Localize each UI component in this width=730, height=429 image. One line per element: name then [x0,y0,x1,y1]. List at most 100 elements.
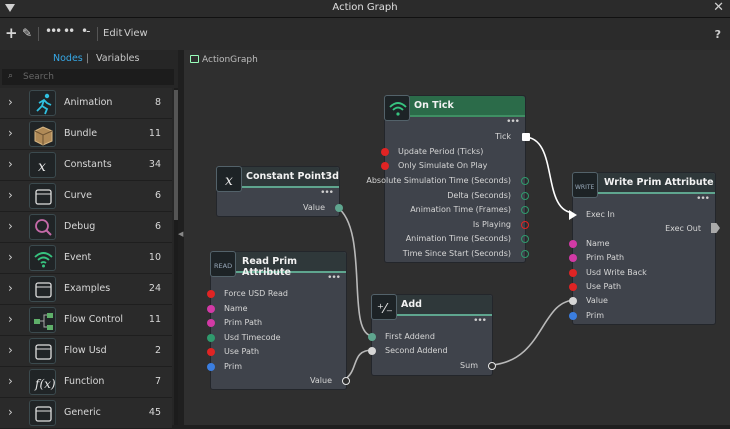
port-tick-pin[interactable] [522,133,530,141]
category-flow-control[interactable]: › Flow Control 11 [0,305,172,336]
document-icon [29,338,56,364]
node-constant-point3d[interactable]: Constant Point3d x ••• Value [216,166,343,217]
category-label: Event [64,252,92,263]
expand-arrow-icon[interactable]: › [8,343,13,357]
write-badge-icon: WRITE [572,172,598,198]
read-badge-icon: READ [210,251,236,277]
expand-arrow-icon[interactable]: › [8,126,13,140]
add-icon[interactable]: + [5,24,18,42]
node-write-prim-attribute[interactable]: Write Prim Attribute WRITE ••• Exec In E… [569,172,720,325]
port-sum-pin[interactable] [488,362,496,370]
category-label: Curve [64,190,93,201]
category-flow-usd[interactable]: › Flow Usd 2 [0,336,172,367]
category-function[interactable]: › f(x) Function 7 [0,367,172,398]
port-use-path-pin[interactable] [569,283,577,291]
help-icon[interactable]: ? [715,28,721,41]
port-use-path-pin[interactable] [207,348,215,356]
port-usd-write-back-pin[interactable] [569,269,577,277]
category-label: Examples [64,283,111,294]
category-curve[interactable]: › Curve 6 [0,181,172,212]
category-count: 45 [148,407,161,418]
expand-arrow-icon[interactable]: › [8,157,13,171]
node-menu-icon[interactable]: ••• [327,273,341,283]
port-prim-pin[interactable] [569,312,577,320]
port-is-playing-pin[interactable] [521,221,529,229]
expand-arrow-icon[interactable]: › [8,281,13,295]
port-prim-pin[interactable] [207,363,215,371]
pencil-icon[interactable]: ✎ [22,26,32,40]
port-only-simulate-pin[interactable] [381,162,389,170]
port-update-period-pin[interactable] [381,148,389,156]
port-delta-pin[interactable] [521,192,529,200]
port-update-period-label: Update Period (Ticks) [398,147,484,156]
category-bundle[interactable]: › Bundle 11 [0,119,172,150]
layout-compact-icon[interactable]: •• [63,24,75,38]
node-menu-icon[interactable]: ••• [696,194,710,204]
port-name-pin[interactable] [207,305,215,313]
node-menu-icon[interactable]: ••• [473,316,487,326]
port-time-since-start-pin[interactable] [521,250,529,258]
box-icon [29,121,56,147]
category-generic[interactable]: › Generic 45 [0,398,172,429]
tab-variables[interactable]: Variables [96,53,139,64]
expand-arrow-icon[interactable]: › [8,405,13,419]
expand-arrow-icon[interactable]: › [8,250,13,264]
category-constants[interactable]: › x Constants 34 [0,150,172,181]
port-value-pin[interactable] [335,204,343,212]
node-read-prim-attribute[interactable]: Read Prim Attribute READ ••• Force USD R… [207,251,350,390]
port-prim-path-pin[interactable] [569,254,577,262]
port-anim-seconds-pin[interactable] [521,235,529,243]
port-use-path-label: Use Path [224,347,260,356]
library-tabs: Nodes | Variables [0,50,184,68]
tab-nodes[interactable]: Nodes [53,53,83,64]
port-name-pin[interactable] [569,240,577,248]
breadcrumb[interactable]: ActionGraph [190,55,258,65]
port-usd-timecode-label: Usd Timecode [224,333,281,342]
port-is-playing-label: Is Playing [472,220,511,229]
node-on-tick[interactable]: On Tick ••• Tick Update Period (Ticks) O… [366,95,530,263]
port-force-usd-read-pin[interactable] [207,290,215,298]
category-label: Flow Usd [64,345,107,356]
port-second-addend-pin[interactable] [368,347,376,355]
port-prim-label: Prim [224,362,242,371]
category-count: 6 [154,190,161,201]
wifi-icon [29,245,56,271]
view-menu[interactable]: View [124,28,148,39]
title-bar: Action Graph ✕ [0,0,730,18]
layout-vertical-icon[interactable]: •- [81,24,91,38]
category-event[interactable]: › Event 10 [0,243,172,274]
port-value-pin[interactable] [569,297,577,305]
expand-arrow-icon[interactable]: › [8,374,13,388]
x-variable-icon: x [29,152,56,178]
edit-menu[interactable]: Edit [103,28,122,39]
port-delta-label: Delta (Seconds) [447,191,511,200]
port-first-addend-pin[interactable] [368,333,376,341]
collapse-arrow-icon[interactable]: ◀ [178,230,183,238]
node-library-panel: Nodes | Variables ⌕ Search › Animation 8… [0,50,184,429]
toolbar: + ✎ ••• •• •- Edit View ? [0,18,730,50]
category-examples[interactable]: › Examples 24 [0,274,172,305]
node-menu-icon[interactable]: ••• [506,117,520,127]
port-usd-timecode-pin[interactable] [207,334,215,342]
port-value-label: Value [586,296,608,305]
port-exec-in-pin[interactable] [569,210,577,220]
node-add[interactable]: Add ⁺⁄₋ ••• First Addend Second Addend S… [368,294,496,376]
port-anim-frames-pin[interactable] [521,206,529,214]
port-abs-sim-time-pin[interactable] [521,177,529,185]
expand-arrow-icon[interactable]: › [8,95,13,109]
port-second-addend-label: Second Addend [385,346,448,355]
magnifier-icon [29,214,56,240]
port-prim-path-pin[interactable] [207,319,215,327]
category-animation[interactable]: › Animation 8 [0,88,172,119]
layout-horizontal-icon[interactable]: ••• [45,24,62,38]
expand-arrow-icon[interactable]: › [8,312,13,326]
expand-arrow-icon[interactable]: › [8,219,13,233]
node-menu-icon[interactable]: ••• [320,188,334,198]
category-debug[interactable]: › Debug 6 [0,212,172,243]
close-icon[interactable]: ✕ [713,0,724,15]
expand-arrow-icon[interactable]: › [8,188,13,202]
svg-text:⁺⁄₋: ⁺⁄₋ [377,302,393,317]
port-value-pin[interactable] [342,377,350,385]
search-input[interactable]: ⌕ Search [2,69,174,85]
category-count: 8 [154,97,161,108]
